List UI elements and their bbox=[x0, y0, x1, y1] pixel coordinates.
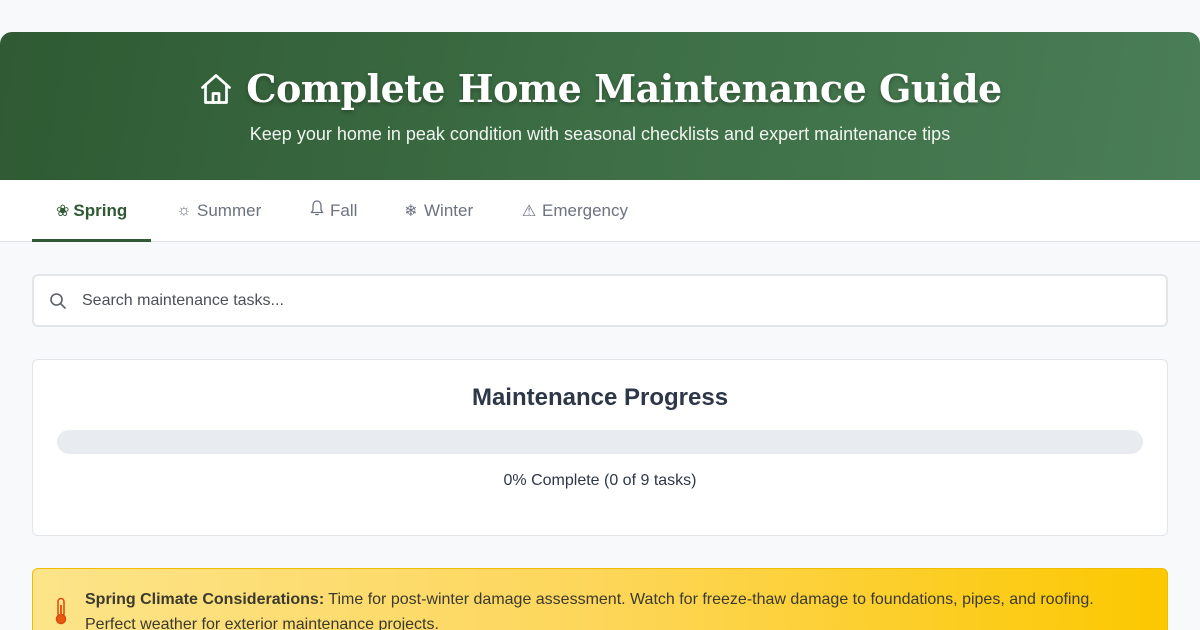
sun-icon: ☼ bbox=[176, 201, 192, 219]
flower-icon: ❀ bbox=[56, 202, 70, 220]
tab-emergency[interactable]: ⚠ Emergency bbox=[496, 180, 652, 241]
thermometer-icon bbox=[53, 597, 69, 630]
season-tabs: ❀ Spring ☼ Summer Fall ❄ Winter ⚠ Emerge… bbox=[0, 180, 1200, 242]
climate-text: Spring Climate Considerations: Time for … bbox=[85, 587, 1145, 630]
snowflake-icon: ❄ bbox=[404, 202, 418, 220]
search-input[interactable] bbox=[82, 276, 1152, 325]
climate-alert: Spring Climate Considerations: Time for … bbox=[32, 568, 1168, 630]
title-row: Complete Home Maintenance Guide bbox=[0, 66, 1200, 111]
tab-winter[interactable]: ❄ Winter bbox=[378, 180, 497, 241]
page-subtitle: Keep your home in peak condition with se… bbox=[249, 124, 951, 144]
search-box bbox=[32, 274, 1168, 327]
tab-label: Fall bbox=[330, 200, 358, 220]
tab-label: Summer bbox=[197, 200, 262, 220]
page-title: Complete Home Maintenance Guide bbox=[246, 66, 1002, 111]
warning-icon: ⚠ bbox=[521, 202, 537, 220]
climate-heading: Spring Climate Considerations: bbox=[85, 591, 325, 608]
progress-title: Maintenance Progress bbox=[471, 384, 729, 411]
progress-card: Maintenance Progress 0% Complete (0 of 9… bbox=[32, 359, 1168, 536]
home-icon bbox=[198, 71, 234, 107]
progress-status: 0% Complete (0 of 9 tasks) bbox=[503, 472, 697, 489]
tab-spring[interactable]: ❀ Spring bbox=[32, 180, 151, 242]
progress-bar bbox=[57, 430, 1143, 454]
bell-icon bbox=[308, 200, 326, 221]
tab-fall[interactable]: Fall bbox=[284, 180, 381, 241]
page-header: Complete Home Maintenance Guide Keep you… bbox=[0, 32, 1200, 180]
tab-label: Spring bbox=[73, 200, 128, 220]
tab-label: Emergency bbox=[542, 200, 628, 220]
tab-summer[interactable]: ☼ Summer bbox=[151, 180, 285, 241]
tab-label: Winter bbox=[424, 200, 474, 220]
search-icon bbox=[48, 291, 68, 316]
